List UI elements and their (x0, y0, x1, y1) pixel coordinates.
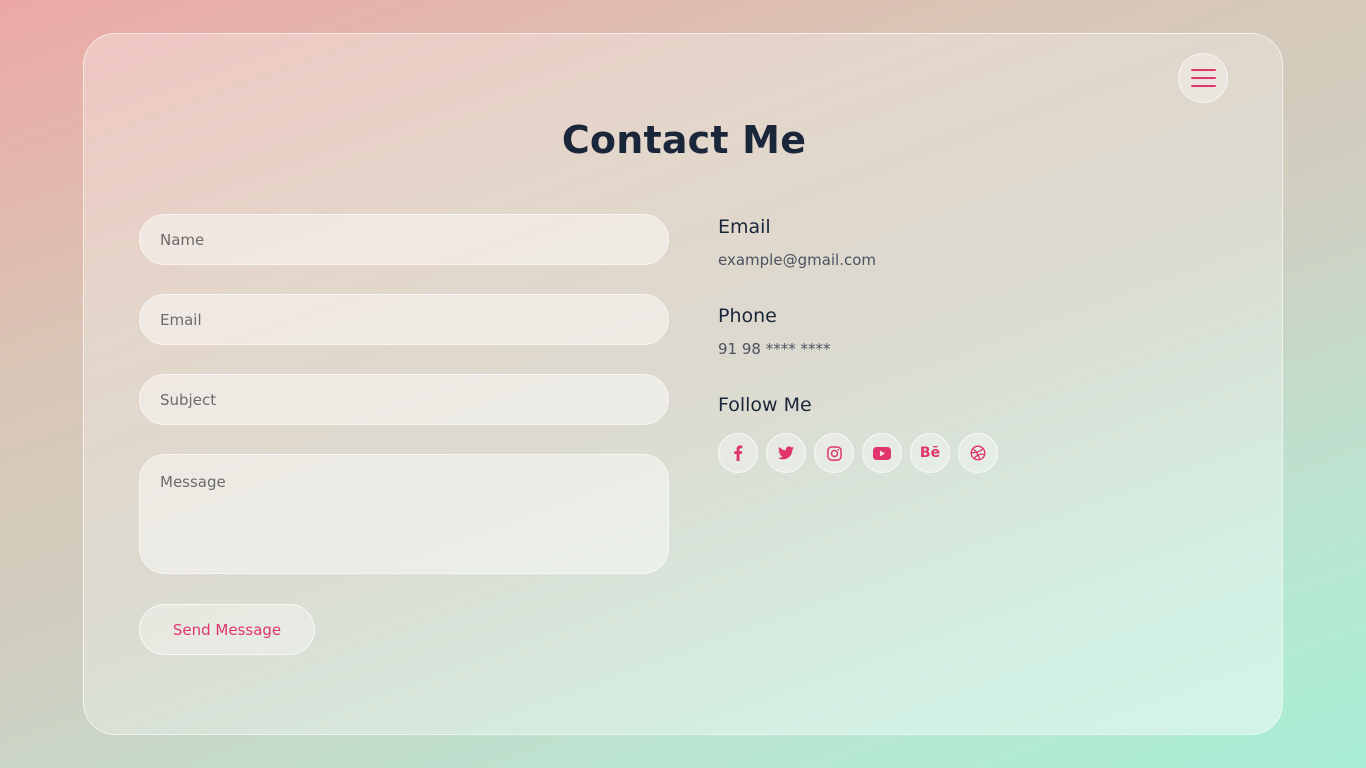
hamburger-icon (1191, 69, 1216, 89)
contact-card: Contact Me Send Message Email example@gm… (83, 33, 1283, 735)
name-input[interactable] (139, 214, 669, 265)
twitter-link[interactable] (766, 433, 806, 473)
dribbble-link[interactable] (958, 433, 998, 473)
follow-heading: Follow Me (718, 394, 812, 416)
behance-link[interactable]: Bē (910, 433, 950, 473)
dribbble-icon (970, 445, 986, 461)
phone-heading: Phone (718, 305, 777, 327)
message-textarea[interactable] (139, 454, 669, 574)
instagram-link[interactable] (814, 433, 854, 473)
email-input[interactable] (139, 294, 669, 345)
behance-icon: Bē (919, 445, 941, 461)
social-links: Bē (718, 433, 998, 473)
youtube-link[interactable] (862, 433, 902, 473)
instagram-icon (826, 445, 842, 461)
email-value: example@gmail.com (718, 251, 877, 269)
send-message-button[interactable]: Send Message (139, 604, 315, 655)
menu-button[interactable] (1178, 53, 1228, 103)
subject-input[interactable] (139, 374, 669, 425)
email-heading: Email (718, 216, 771, 238)
page-title: Contact Me (561, 118, 807, 162)
facebook-link[interactable] (718, 433, 758, 473)
youtube-icon (873, 446, 891, 460)
facebook-icon (734, 445, 743, 461)
twitter-icon (778, 446, 794, 460)
phone-value: 91 98 **** **** (718, 340, 831, 358)
